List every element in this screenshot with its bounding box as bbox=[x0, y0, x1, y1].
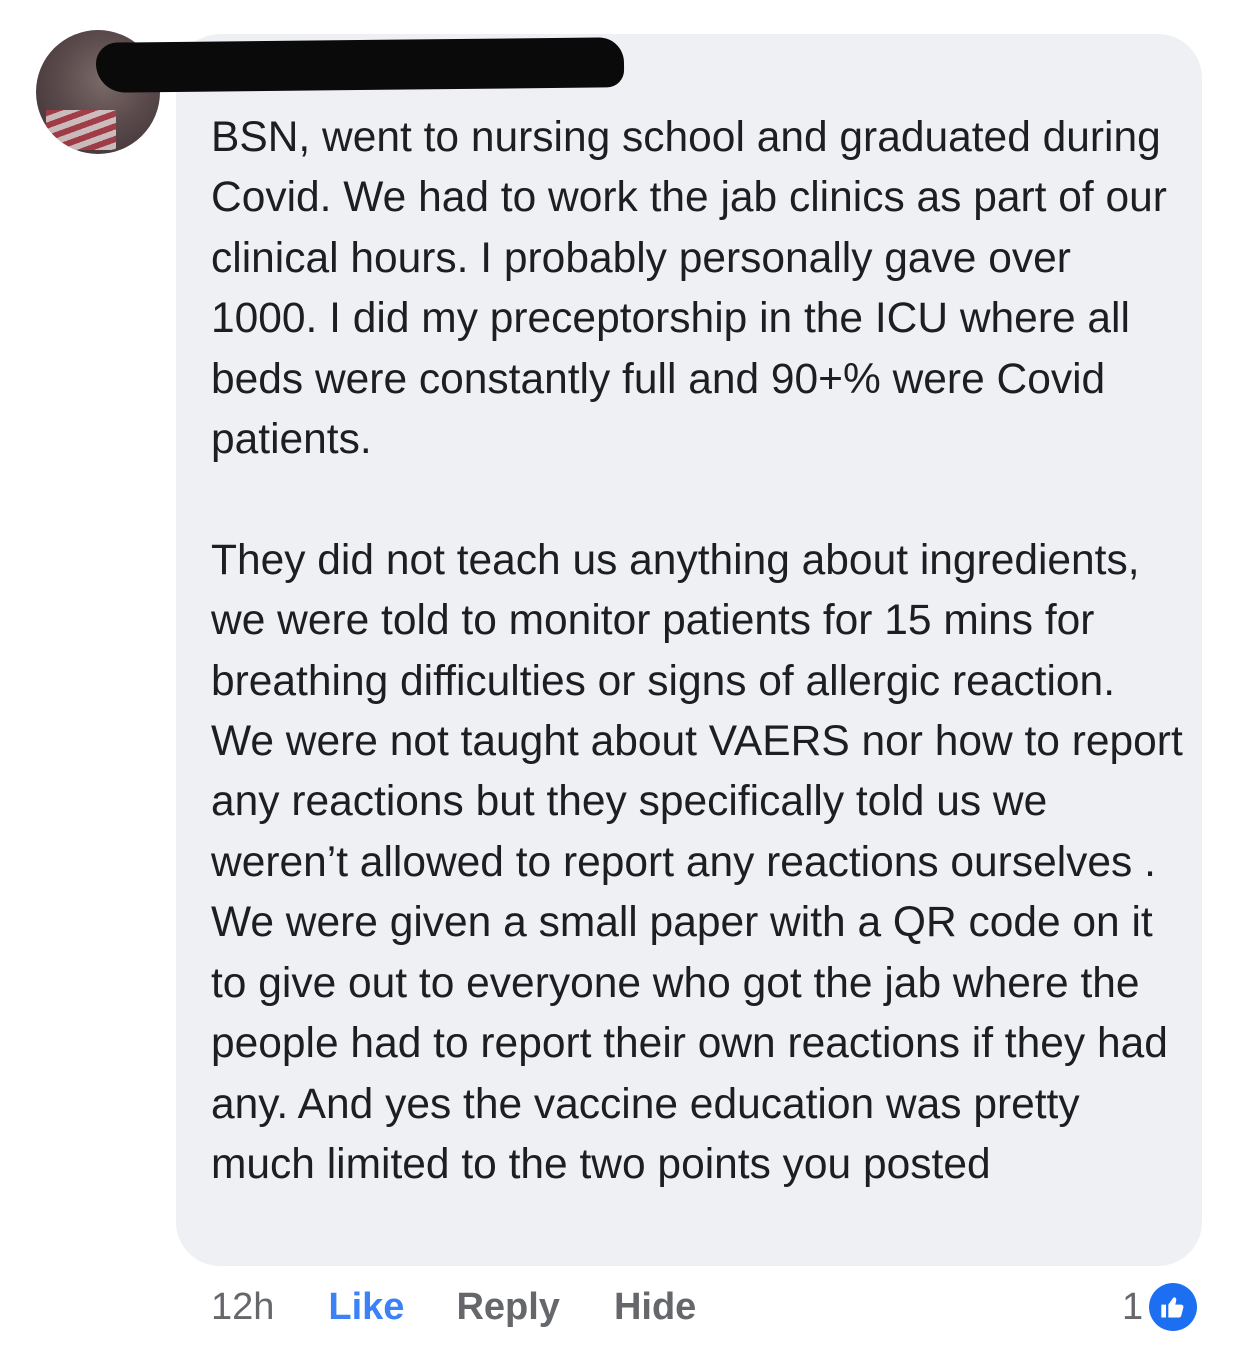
like-button[interactable]: Like bbox=[328, 1286, 404, 1329]
reply-button[interactable]: Reply bbox=[456, 1286, 559, 1329]
redacted-author-name bbox=[95, 37, 625, 93]
avatar-photo-detail bbox=[46, 110, 116, 150]
comment-actions: 12h Like Reply Hide bbox=[211, 1282, 750, 1332]
reaction-summary[interactable]: 1 bbox=[1122, 1282, 1198, 1332]
thumbs-up-icon bbox=[1149, 1283, 1198, 1331]
comment-timestamp[interactable]: 12h bbox=[211, 1286, 274, 1329]
reaction-count: 1 bbox=[1122, 1285, 1144, 1328]
comment-body: BSN, went to nursing school and graduate… bbox=[211, 114, 1183, 1188]
hide-button[interactable]: Hide bbox=[614, 1286, 696, 1329]
